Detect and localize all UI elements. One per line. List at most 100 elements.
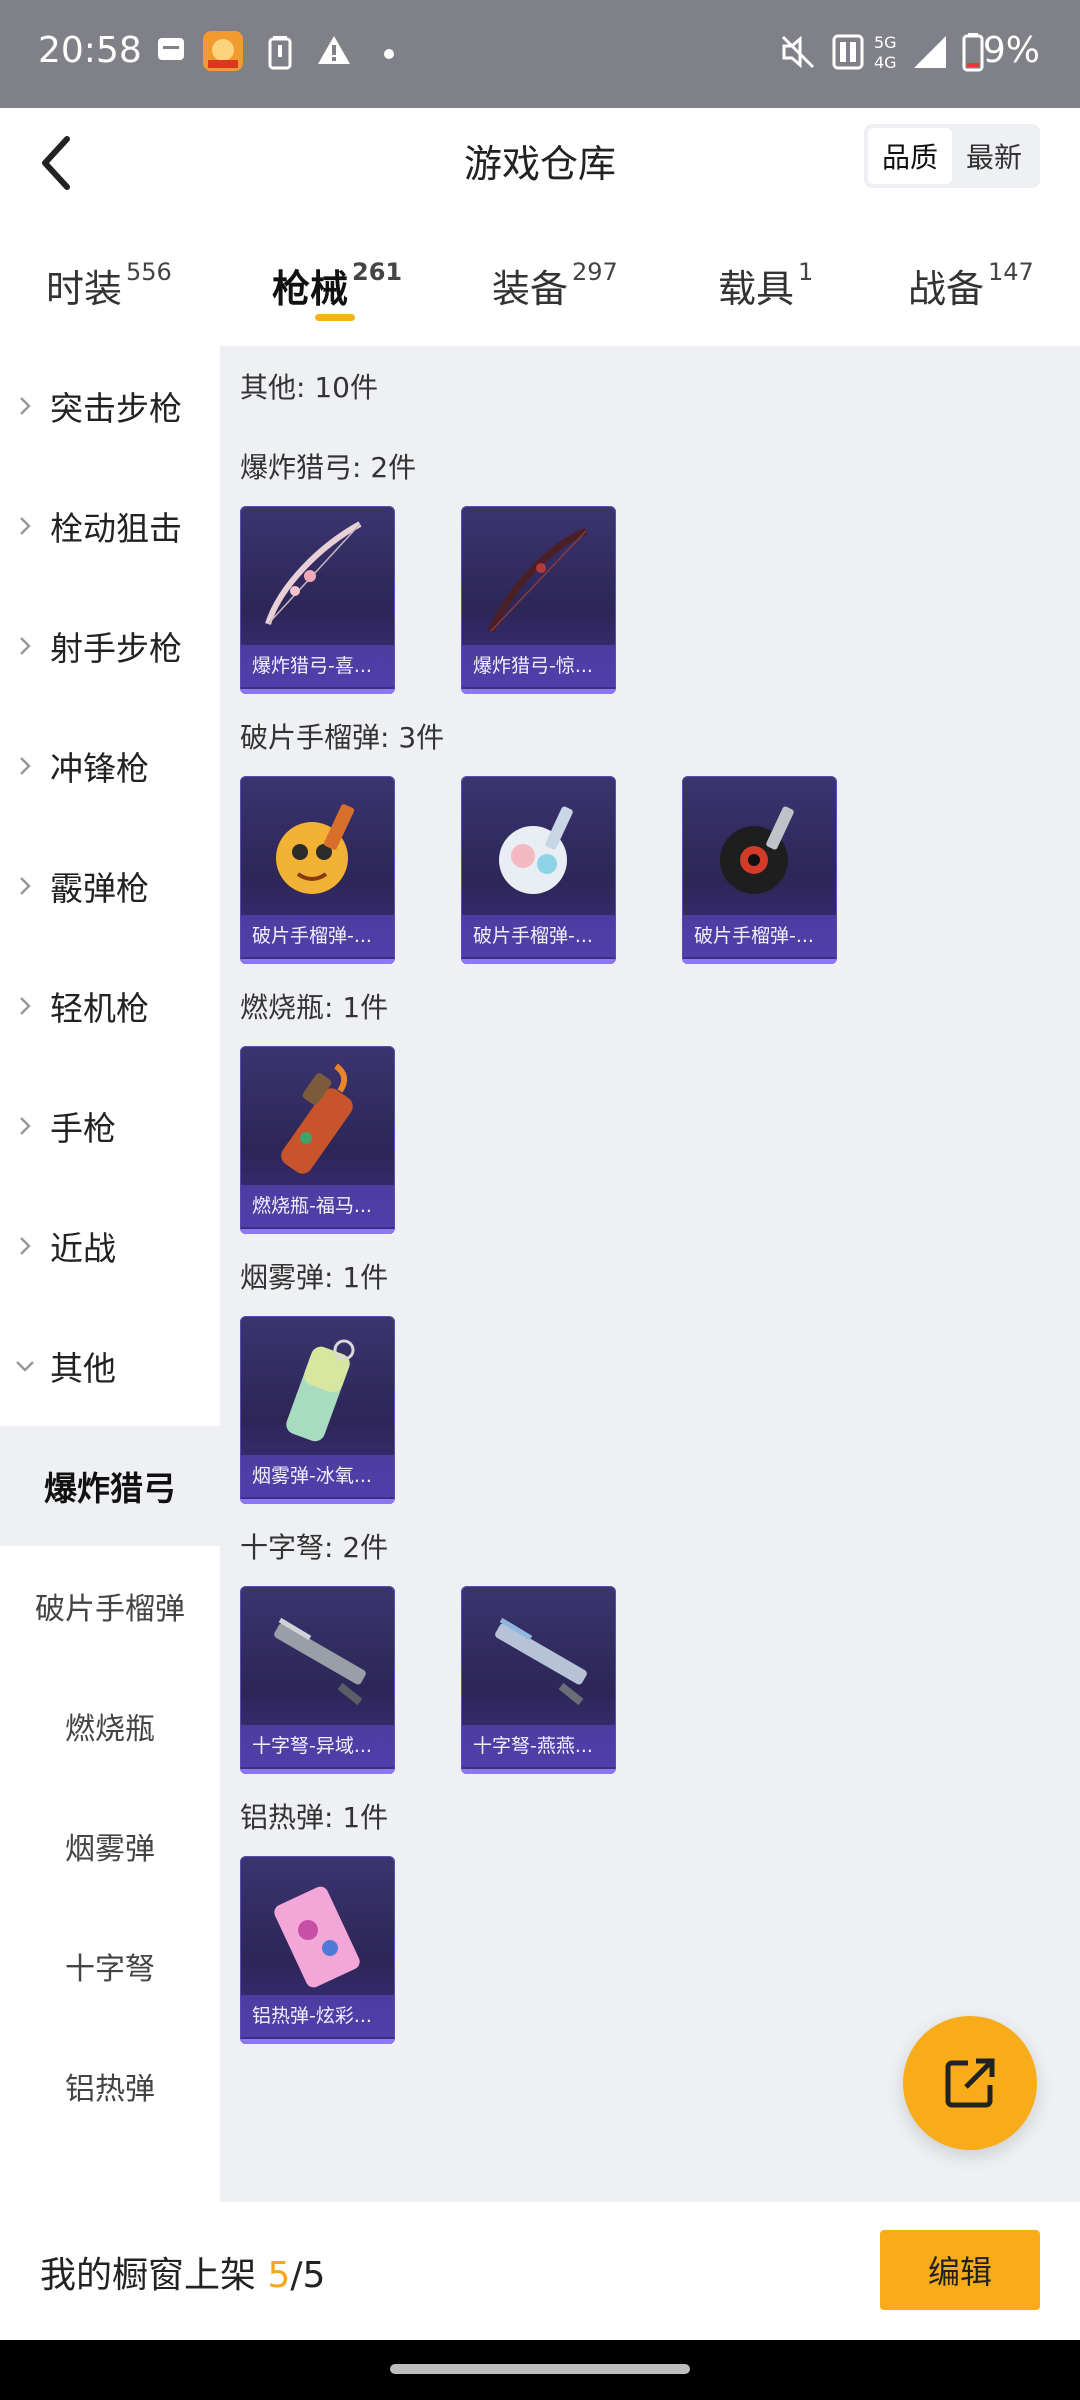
sidebar-item-pistol[interactable]: 手枪: [0, 1066, 220, 1186]
smoke-grenade-icon: [286, 1339, 355, 1442]
item-card[interactable]: 铝热弹-炫彩...: [240, 1856, 395, 2044]
chevron-down-icon: [0, 1359, 50, 1373]
tab-guns[interactable]: 枪械 261: [272, 258, 402, 313]
item-grid-panel: 其他: 10件 爆炸猎弓: 2件 爆炸猎弓-喜... 爆炸猎弓-惊... 破片手…: [220, 346, 1080, 2202]
tab-label: 装备: [492, 267, 569, 311]
section-title: 燃烧瓶: 1件: [240, 991, 389, 1024]
item-card[interactable]: 破片手榴弹-...: [461, 776, 616, 964]
nfc-icon: [832, 34, 864, 70]
item-card-label: 破片手榴弹-...: [682, 915, 837, 957]
share-export-icon: [945, 2058, 995, 2108]
section-title: 爆炸猎弓: 2件: [240, 451, 417, 484]
dot-icon: [384, 49, 394, 59]
sort-quality-button[interactable]: 品质: [868, 128, 952, 184]
sidebar-item-melee[interactable]: 近战: [0, 1186, 220, 1306]
section-title: 十字弩: 2件: [240, 1531, 389, 1564]
crossbow-icon: [495, 1617, 587, 1706]
sidebar-item-shotgun[interactable]: 霰弹枪: [0, 826, 220, 946]
molotov-icon: [281, 1063, 353, 1174]
showcase-total: /5: [290, 2255, 326, 2296]
item-card[interactable]: 爆炸猎弓-喜...: [240, 506, 395, 694]
chevron-right-icon: [0, 995, 50, 1017]
section-title: 破片手榴弹: 3件: [240, 721, 445, 754]
item-card-label: 燃烧瓶-福马...: [240, 1185, 395, 1227]
status-bar: 20:58 5G 4G 9%: [0, 0, 1080, 108]
sidebar-item-label: 其他: [50, 1349, 116, 1388]
active-tab-indicator: [315, 314, 355, 321]
sidebar-item-smg[interactable]: 冲锋枪: [0, 706, 220, 826]
sidebar-item-label: 轻机枪: [50, 989, 149, 1028]
sidebar-item-label: 手枪: [50, 1109, 116, 1148]
sidebar: 突击步枪 栓动狙击 射手步枪 冲锋枪 霰弹枪 轻机枪 手枪 近战 其他 爆炸猎弓…: [0, 346, 220, 2202]
item-card-label: 破片手榴弹-...: [461, 915, 616, 957]
battery-saver-icon: [268, 36, 292, 70]
item-card-label: 烟雾弹-冰氧...: [240, 1455, 395, 1497]
sort-toggle: 品质 最新: [864, 124, 1040, 188]
sidebar-sub-smoke-grenade[interactable]: 烟雾弹: [0, 1786, 220, 1906]
other-summary: 其他: 10件: [240, 371, 378, 404]
app-icon: [203, 31, 243, 71]
sidebar-item-label: 冲锋枪: [50, 749, 149, 788]
battery-percent: 9%: [982, 30, 1040, 71]
home-gesture-handle[interactable]: [390, 2364, 690, 2374]
chevron-right-icon: [0, 1235, 50, 1257]
chevron-right-icon: [0, 515, 50, 537]
warning-icon: [318, 36, 350, 64]
sidebar-item-marksman-rifle[interactable]: 射手步枪: [0, 586, 220, 706]
item-card-label: 破片手榴弹-...: [240, 915, 395, 957]
showcase-label: 我的橱窗上架: [40, 2255, 268, 2296]
showcase-bar: 我的橱窗上架 5/5 编辑: [0, 2202, 1080, 2340]
tab-label: 战备: [908, 267, 985, 311]
sort-latest-button[interactable]: 最新: [952, 128, 1036, 184]
item-card-label: 爆炸猎弓-喜...: [240, 645, 395, 687]
sidebar-item-label: 霰弹枪: [50, 869, 149, 908]
grenade-icon: [276, 804, 355, 894]
battery-low-icon: [962, 33, 984, 72]
edit-button[interactable]: 编辑: [880, 2230, 1040, 2310]
item-card-label: 爆炸猎弓-惊...: [461, 645, 616, 687]
sidebar-sub-frag-grenade[interactable]: 破片手榴弹: [0, 1546, 220, 1666]
item-card[interactable]: 破片手榴弹-...: [240, 776, 395, 964]
sidebar-item-bolt-sniper[interactable]: 栓动狙击: [0, 466, 220, 586]
svg-text:5G: 5G: [874, 33, 897, 52]
sidebar-sub-explosive-bow[interactable]: 爆炸猎弓: [0, 1426, 220, 1546]
item-card[interactable]: 燃烧瓶-福马...: [240, 1046, 395, 1234]
tab-label: 时装: [46, 267, 123, 311]
section-title: 铝热弹: 1件: [240, 1801, 389, 1834]
grenade-icon: [499, 806, 573, 894]
grenade-icon: [720, 806, 794, 894]
sidebar-item-assault-rifle[interactable]: 突击步枪: [0, 346, 220, 466]
section-title: 烟雾弹: 1件: [240, 1261, 389, 1294]
tab-label: 载具: [718, 267, 795, 311]
tab-equipment[interactable]: 装备 297: [492, 258, 618, 313]
item-card[interactable]: 爆炸猎弓-惊...: [461, 506, 616, 694]
sidebar-item-label: 栓动狙击: [50, 509, 182, 548]
tab-count: 556: [126, 258, 172, 287]
sidebar-item-label: 射手步枪: [50, 629, 182, 668]
item-card[interactable]: 破片手榴弹-...: [682, 776, 837, 964]
item-card-label: 铝热弹-炫彩...: [240, 1995, 395, 2037]
chevron-right-icon: [0, 1115, 50, 1137]
crossbow-icon: [274, 1617, 366, 1706]
tab-combat-gear[interactable]: 战备 147: [908, 258, 1034, 313]
sidebar-item-label: 突击步枪: [50, 389, 182, 428]
sidebar-item-other[interactable]: 其他: [0, 1306, 220, 1426]
item-card[interactable]: 烟雾弹-冰氧...: [240, 1316, 395, 1504]
sidebar-item-lmg[interactable]: 轻机枪: [0, 946, 220, 1066]
sidebar-sub-molotov[interactable]: 燃烧瓶: [0, 1666, 220, 1786]
item-card[interactable]: 十字弩-异域...: [240, 1586, 395, 1774]
share-button[interactable]: [903, 2016, 1037, 2150]
showcase-count: 5: [267, 2255, 291, 2296]
sidebar-sub-crossbow[interactable]: 十字弩: [0, 1906, 220, 2026]
chevron-right-icon: [0, 875, 50, 897]
item-card-label: 十字弩-异域...: [240, 1725, 395, 1767]
sidebar-item-label: 近战: [50, 1229, 116, 1268]
bow-icon: [487, 527, 588, 633]
thermite-icon: [274, 1886, 360, 1988]
tab-fashion[interactable]: 时装 556: [46, 258, 172, 313]
tab-vehicles[interactable]: 载具 1: [718, 258, 813, 313]
item-card[interactable]: 十字弩-燕燕...: [461, 1586, 616, 1774]
sidebar-sub-thermite[interactable]: 铝热弹: [0, 2026, 220, 2146]
item-card-label: 十字弩-燕燕...: [461, 1725, 616, 1767]
system-nav-bar: [0, 2340, 1080, 2400]
